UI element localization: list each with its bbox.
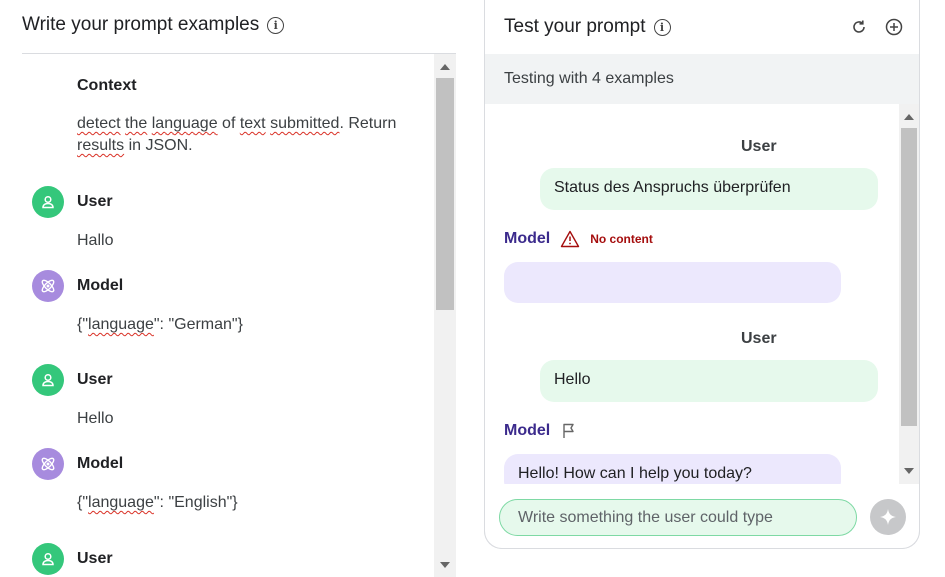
context-word: submitted bbox=[270, 115, 340, 132]
context-word: the bbox=[125, 115, 148, 132]
info-icon[interactable]: i bbox=[653, 18, 671, 36]
add-button[interactable] bbox=[884, 17, 904, 37]
person-icon bbox=[42, 552, 54, 566]
model-header-row: Model No content bbox=[504, 230, 653, 248]
scroll-up-arrow-icon[interactable] bbox=[440, 64, 450, 70]
context-word: text bbox=[239, 115, 266, 132]
context-text[interactable]: detect the language of text submitted. R… bbox=[77, 113, 427, 157]
scroll-down-arrow-icon[interactable] bbox=[904, 468, 914, 474]
json-key: language bbox=[88, 494, 154, 511]
context-text-segment: of bbox=[217, 115, 240, 132]
json-key: language bbox=[88, 316, 154, 333]
chat-user-label: User bbox=[741, 138, 777, 155]
example-role-label: User bbox=[77, 371, 113, 388]
chat-model-label: Model bbox=[504, 230, 551, 247]
example-role-label: User bbox=[77, 193, 113, 210]
user-input-field[interactable] bbox=[499, 499, 857, 536]
user-message-bubble: Hello bbox=[540, 360, 878, 402]
example-role-label: User bbox=[77, 550, 113, 567]
scroll-up-arrow-icon[interactable] bbox=[904, 114, 914, 120]
user-avatar bbox=[32, 364, 64, 396]
testing-status-text: Testing with 4 examples bbox=[504, 70, 674, 87]
scroll-down-arrow-icon[interactable] bbox=[440, 562, 450, 568]
add-icon bbox=[885, 18, 903, 36]
warning-icon bbox=[561, 230, 580, 248]
left-panel-title-row: Write your prompt examples i bbox=[22, 14, 285, 36]
atom-icon bbox=[41, 279, 55, 293]
example-role-label: Model bbox=[77, 277, 124, 294]
json-segment: {" bbox=[77, 494, 89, 511]
chat-scrollbar[interactable] bbox=[899, 104, 919, 484]
info-icon[interactable]: i bbox=[267, 16, 285, 34]
model-header-row: Model bbox=[504, 422, 578, 440]
scroll-thumb[interactable] bbox=[436, 78, 454, 310]
left-scrollbar[interactable] bbox=[434, 54, 456, 577]
person-icon bbox=[42, 195, 54, 209]
example-text[interactable]: Hello bbox=[77, 408, 427, 430]
test-panel: Test your prompt i Testing with 4 exampl… bbox=[484, 0, 920, 549]
scroll-thumb[interactable] bbox=[901, 128, 917, 426]
context-word: detect bbox=[77, 115, 121, 132]
testing-status-bar: Testing with 4 examples bbox=[485, 54, 919, 104]
example-text[interactable]: {"language": "English"} bbox=[77, 492, 427, 514]
context-label: Context bbox=[77, 77, 137, 94]
context-text-segment: in JSON. bbox=[124, 137, 193, 154]
user-avatar bbox=[32, 543, 64, 575]
refresh-icon bbox=[853, 20, 865, 33]
examples-panel: Context detect the language of text subm… bbox=[22, 54, 456, 577]
context-word: language bbox=[151, 115, 218, 132]
sparkle-icon bbox=[880, 509, 896, 525]
no-content-status: No content bbox=[590, 232, 653, 246]
model-avatar bbox=[32, 270, 64, 302]
user-message-bubble: Status des Anspruchs überprüfen bbox=[540, 168, 878, 210]
example-text[interactable]: {"language": "German"} bbox=[77, 314, 427, 336]
test-panel-title: Test your prompt bbox=[504, 16, 646, 37]
context-text-segment: . Return bbox=[339, 115, 397, 132]
model-avatar bbox=[32, 448, 64, 480]
user-avatar bbox=[32, 186, 64, 218]
json-segment: {" bbox=[77, 316, 89, 333]
input-area bbox=[485, 484, 919, 548]
context-word: results bbox=[77, 137, 125, 154]
example-text[interactable]: Hallo bbox=[77, 230, 427, 252]
refresh-button[interactable] bbox=[849, 17, 869, 37]
example-role-label: Model bbox=[77, 455, 124, 472]
person-icon bbox=[42, 373, 54, 387]
chat-user-label: User bbox=[741, 330, 777, 347]
model-message-bubble: Hello! How can I help you today? bbox=[504, 454, 841, 484]
chat-area: User Status des Anspruchs überprüfen Mod… bbox=[485, 104, 899, 484]
json-segment: ": "English"} bbox=[153, 494, 238, 511]
chat-model-label: Model bbox=[504, 422, 551, 439]
left-panel-title: Write your prompt examples bbox=[22, 14, 260, 35]
atom-icon bbox=[41, 457, 55, 471]
run-button[interactable] bbox=[870, 499, 906, 535]
model-message-bubble bbox=[504, 262, 841, 303]
json-segment: ": "German"} bbox=[153, 316, 243, 333]
flag-icon[interactable] bbox=[560, 422, 578, 440]
